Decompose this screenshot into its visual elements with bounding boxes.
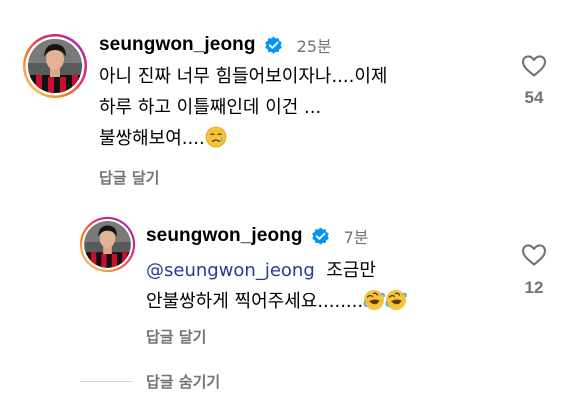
comment-text-line-2: 하루 하고 이틀째인데 이건 ...	[99, 97, 322, 118]
verified-badge-icon	[264, 35, 283, 55]
reply-timestamp: 7분	[343, 228, 369, 247]
comment-reply-button[interactable]: 답글 달기	[99, 167, 159, 188]
reply-like-heart-icon[interactable]	[521, 243, 547, 267]
comment-text-line-3-text: 불쌍해보여....	[99, 128, 205, 149]
hide-replies-divider	[80, 381, 132, 382]
reply-text-line-1-text: 조금만	[326, 260, 376, 281]
comment-text-line-3: 불쌍해보여....	[99, 123, 387, 154]
comment-timestamp: 25분	[296, 37, 332, 56]
comment-text-line-1: 아니 진짜 너무 힘들어보이자나....이제	[99, 66, 388, 87]
reply-avatar[interactable]	[79, 216, 136, 273]
reply-header: seungwon_jeong 7분	[146, 224, 368, 248]
crying-face-icon	[205, 126, 227, 148]
reply-reply-button[interactable]: 답글 달기	[146, 326, 206, 347]
reply-text: @seungwon_jeong 조금만 안불쌍하게 찍어주세요........	[146, 255, 408, 317]
reply-like-count: 12	[524, 278, 544, 297]
verified-badge-icon	[311, 226, 330, 246]
comment-header: seungwon_jeong 25분	[99, 33, 332, 57]
comment-like-count: 54	[524, 88, 544, 107]
reply-text-line-1: @seungwon_jeong 조금만	[146, 255, 407, 286]
comment-like-heart-icon[interactable]	[521, 54, 547, 78]
reply-mention-link[interactable]: @seungwon_jeong	[146, 260, 315, 281]
comment-username[interactable]: seungwon_jeong	[99, 34, 256, 56]
reply-text-line-2: 안불쌍하게 찍어주세요........	[146, 286, 408, 317]
rolling-on-floor-laughing-icon	[363, 289, 408, 311]
comment-avatar[interactable]	[22, 33, 88, 99]
reply-username[interactable]: seungwon_jeong	[146, 225, 303, 247]
comment-text: 아니 진짜 너무 힘들어보이자나....이제 하루 하고 이틀째인데 이건 ..…	[99, 61, 387, 154]
reply-text-line-2-text: 안불쌍하게 찍어주세요........	[146, 291, 364, 312]
hide-replies-button[interactable]: 답글 숨기기	[146, 371, 220, 392]
